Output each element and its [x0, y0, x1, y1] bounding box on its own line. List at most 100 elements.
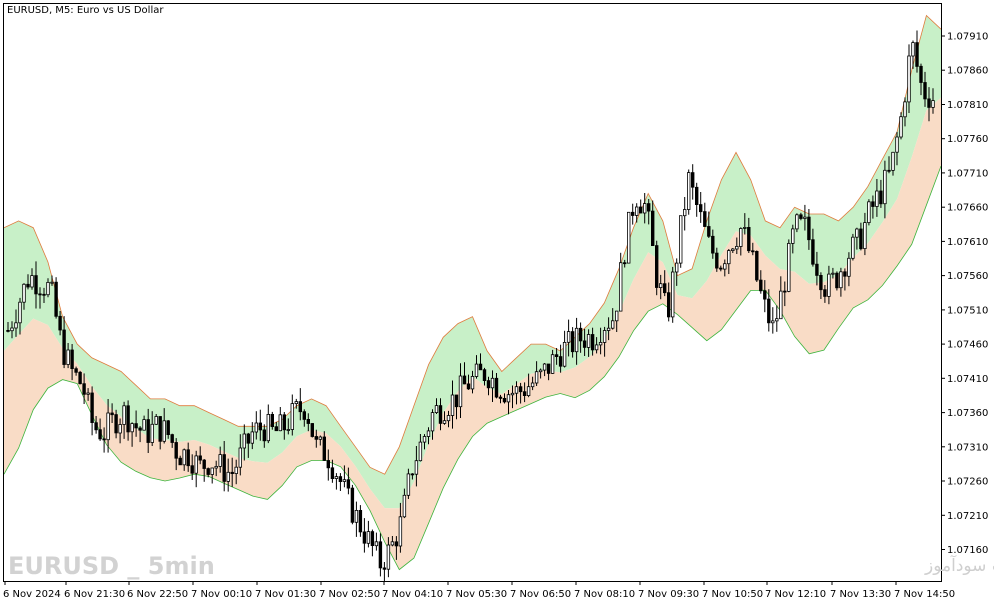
candle-body	[526, 386, 531, 397]
candle-body	[334, 476, 339, 480]
candle	[358, 505, 363, 537]
candle-body	[62, 329, 66, 365]
candle-body	[530, 382, 535, 388]
candle-body	[366, 531, 371, 544]
candle	[310, 423, 314, 438]
candle-body	[919, 65, 923, 83]
y-tick-label: 1.07210	[947, 511, 988, 522]
candle-body	[879, 190, 883, 205]
candle-body	[478, 363, 483, 371]
x-tick-label: 7 Nov 08:10	[574, 589, 635, 600]
candle-body	[534, 371, 539, 384]
candle-body	[675, 262, 679, 273]
candle-body	[895, 136, 899, 153]
candle-body	[911, 42, 915, 57]
candle-body	[883, 169, 887, 205]
candle-body	[434, 405, 439, 414]
x-tick-label: 7 Nov 09:30	[638, 589, 699, 600]
candle-body	[254, 422, 258, 433]
y-tick-label: 1.07860	[947, 66, 988, 77]
candle-body	[715, 252, 719, 269]
candle	[266, 404, 270, 444]
candle-body	[823, 289, 827, 297]
x-tick-label: 7 Nov 10:50	[702, 589, 763, 600]
candle-body	[578, 327, 583, 342]
y-tick-label: 1.07460	[947, 340, 988, 351]
candle-body	[538, 369, 543, 373]
price-axis[interactable]: 1.07910 1.07860 1.07810 1.07760 1.07710 1.076…	[941, 32, 988, 557]
candle	[562, 330, 567, 368]
candle-body	[258, 422, 262, 431]
candle-body	[683, 209, 687, 217]
candle-body	[747, 226, 751, 252]
candle	[639, 199, 643, 214]
candle-body	[430, 412, 435, 432]
candle-body	[374, 541, 379, 547]
candle-body	[106, 412, 110, 441]
candle-body	[619, 262, 623, 312]
candle	[695, 182, 699, 217]
candle-body	[667, 292, 671, 318]
candle-body	[214, 465, 218, 469]
candle-body	[887, 169, 891, 172]
candle	[627, 211, 631, 264]
candle-body	[446, 415, 451, 422]
candle-body	[546, 363, 551, 374]
candle-body	[542, 363, 547, 371]
candle-body	[787, 242, 791, 292]
candle-body	[771, 320, 775, 324]
candle-body	[554, 354, 559, 358]
candle	[655, 240, 659, 296]
candle-body	[386, 544, 391, 570]
candle-body	[414, 460, 419, 475]
candle-body	[703, 211, 707, 227]
y-tick-label: 1.07610	[947, 237, 988, 248]
candle-body	[394, 541, 399, 547]
y-tick-label: 1.07760	[947, 134, 988, 145]
candle-body	[615, 310, 619, 322]
candle-body	[574, 327, 579, 353]
candle-body	[639, 206, 643, 214]
candle-body	[142, 419, 146, 431]
y-tick-label: 1.07910	[947, 32, 988, 43]
candle	[290, 394, 294, 436]
candle-body	[482, 369, 487, 382]
price-chart[interactable]: EURUSD, M5: Euro vs US Dollar 1.079101.0…	[0, 0, 994, 605]
candle-body	[330, 467, 335, 479]
candle-body	[851, 236, 855, 259]
candle-body	[294, 401, 298, 405]
candle-body	[699, 204, 703, 213]
y-tick-label: 1.07410	[947, 374, 988, 385]
x-tick-label: 6 Nov 22:50	[127, 589, 188, 600]
candle-body	[711, 235, 715, 254]
candle-body	[803, 216, 807, 219]
candle	[362, 518, 367, 553]
candle-body	[326, 460, 330, 469]
candle-body	[94, 422, 98, 431]
candle-body	[310, 423, 314, 437]
candle	[338, 473, 343, 491]
envelope-bands	[3, 14, 942, 571]
candle-body	[643, 203, 647, 214]
candle-body	[582, 340, 587, 348]
x-tick-label: 7 Nov 12:10	[765, 589, 826, 600]
candle	[370, 529, 375, 557]
candle-body	[162, 420, 166, 442]
candle	[835, 271, 839, 291]
x-tick-label: 7 Nov 02:50	[319, 589, 380, 600]
candle-body	[739, 228, 743, 247]
candle-body	[250, 431, 254, 444]
candle-body	[82, 383, 86, 395]
candle-body	[318, 436, 322, 440]
candle-body	[186, 449, 190, 467]
candle-body	[270, 413, 274, 427]
x-tick-label: 7 Nov 04:10	[382, 589, 443, 600]
candle	[382, 562, 387, 582]
candle	[899, 112, 903, 140]
time-axis[interactable]: 6 Nov 2024 6 Nov 21:30 6 Nov 22:50 7 Nov 00…	[3, 581, 955, 600]
candle-body	[751, 250, 755, 253]
candle	[350, 484, 355, 525]
candle-body	[743, 226, 747, 229]
candle-body	[462, 375, 467, 385]
y-tick-label: 1.07710	[947, 168, 988, 179]
